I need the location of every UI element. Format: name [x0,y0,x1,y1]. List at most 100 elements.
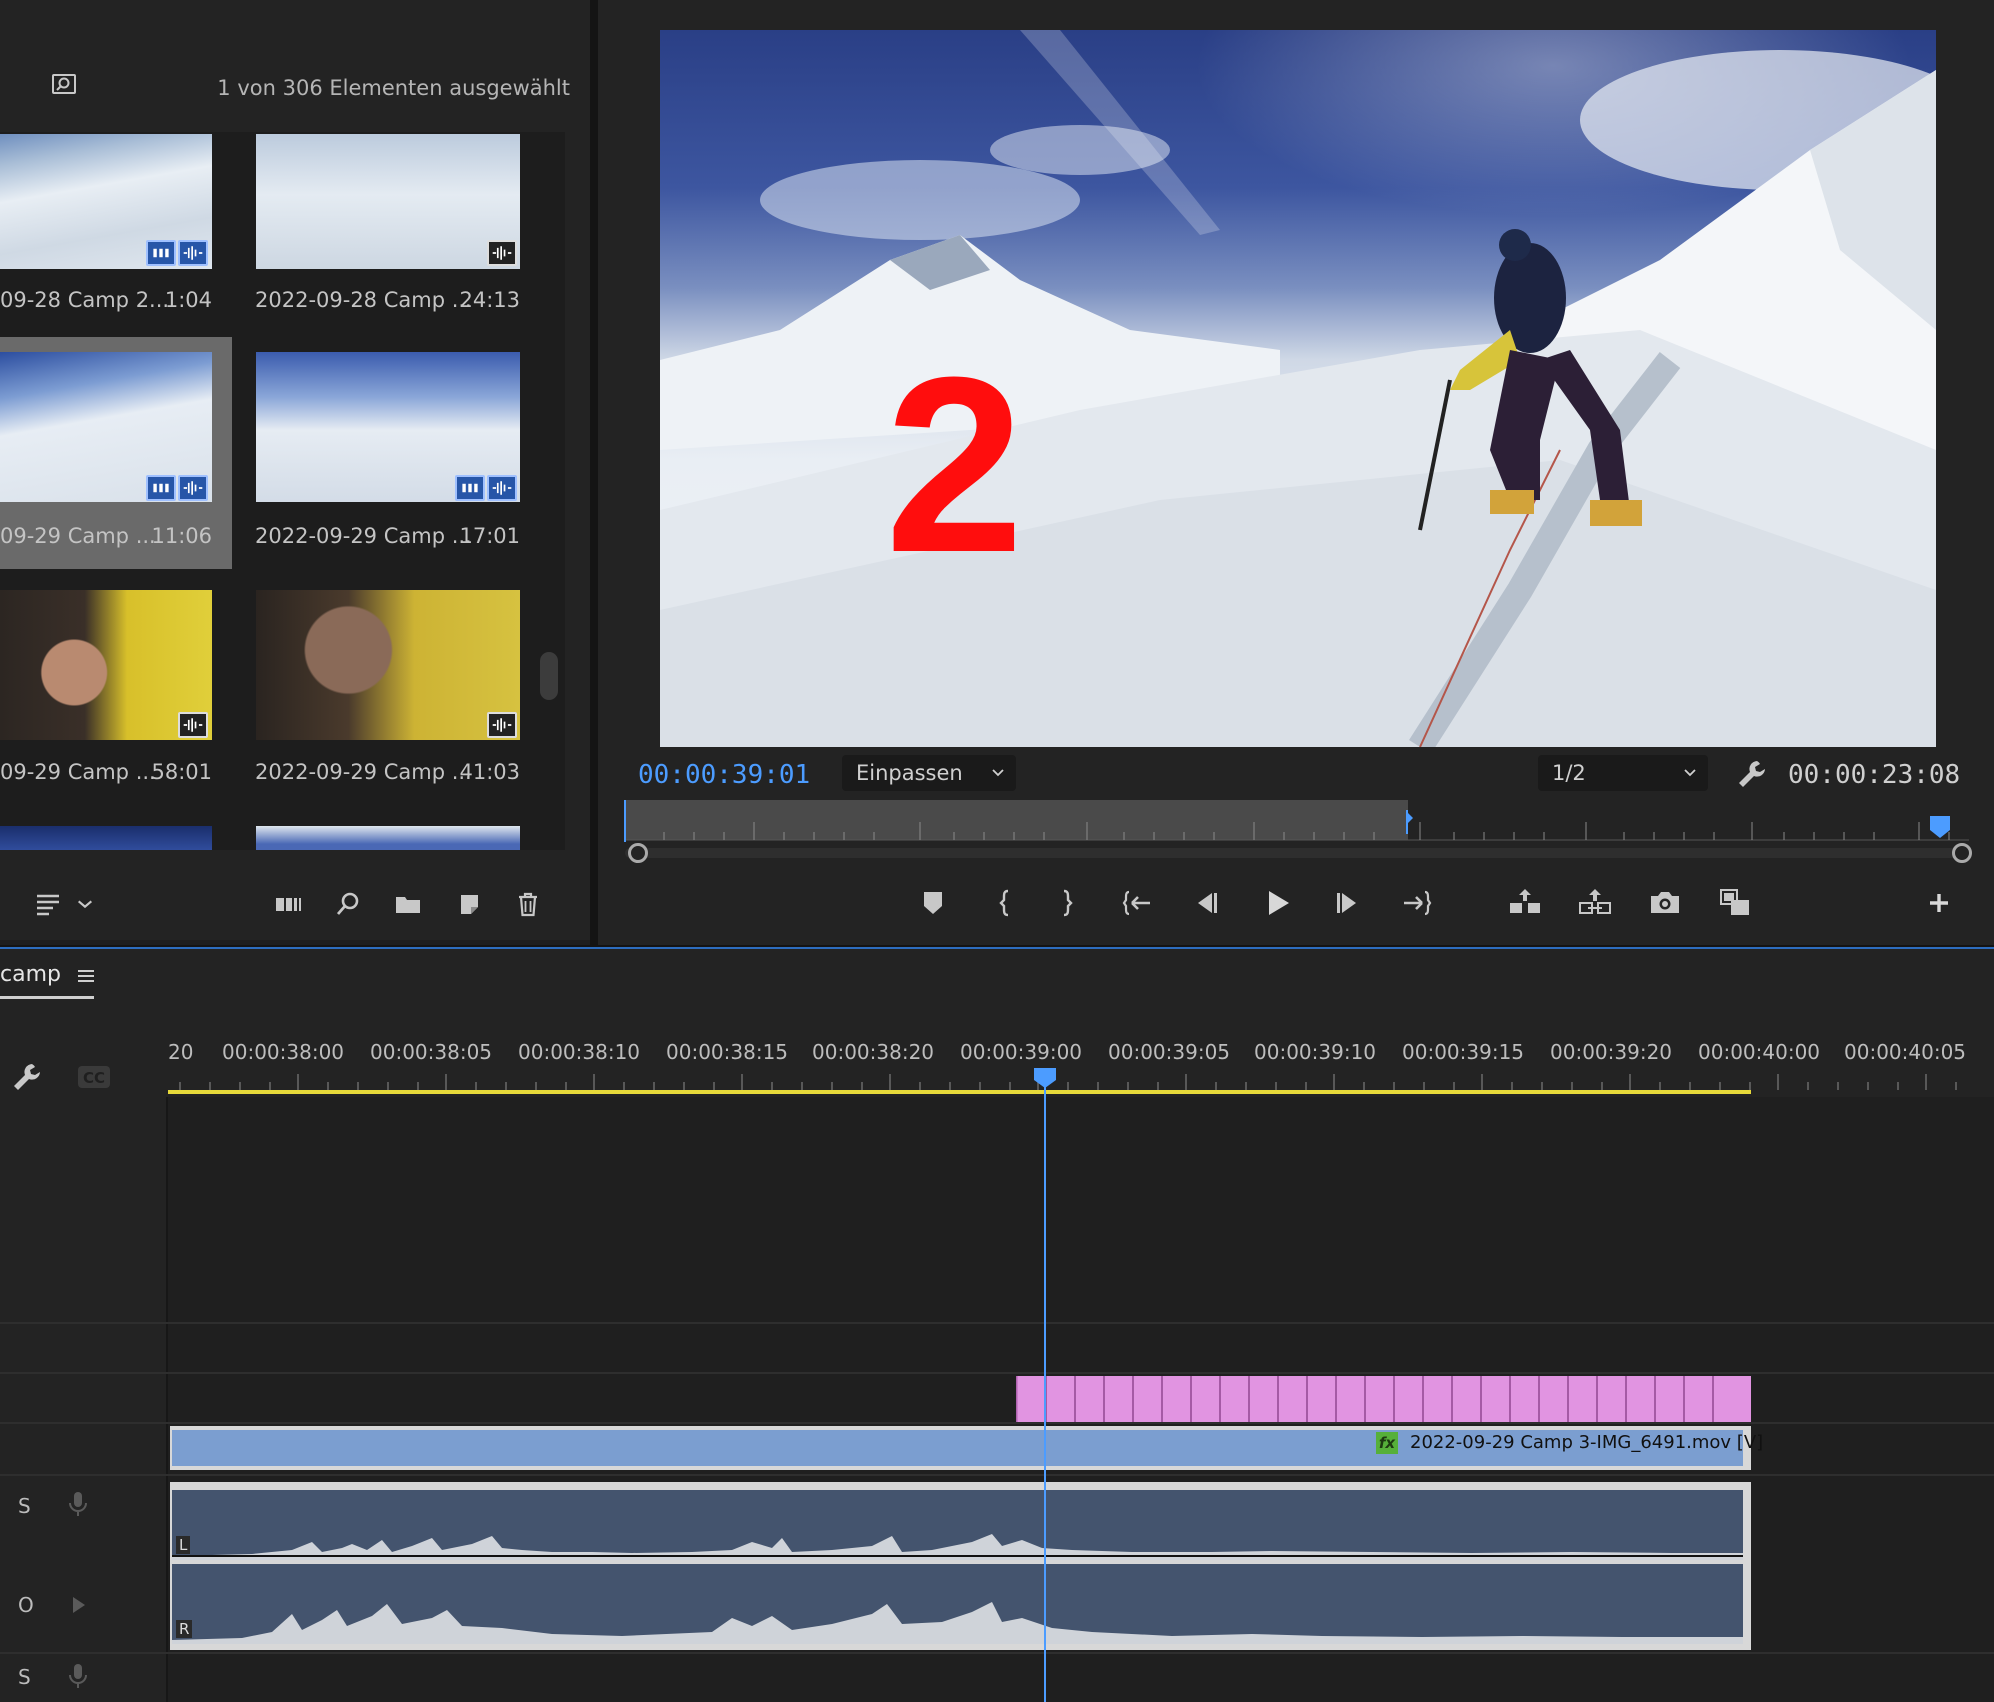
program-video-frame[interactable]: 2 [660,30,1936,747]
freeform-view-button[interactable] [268,884,308,924]
timeline-time-ruler[interactable]: 20 00:00:38:00 00:00:38:05 00:00:38:10 0… [168,1040,1994,1090]
microphone-icon[interactable] [66,1662,90,1690]
step-back-button[interactable] [1184,880,1230,926]
clip-thumbnail[interactable]: 2022-09-29 Camp ... 17:01 [255,337,520,567]
mark-in-icon [999,889,1009,917]
track-separator [0,1322,1994,1324]
extract-button[interactable] [1572,880,1618,926]
chevron-down-icon [992,769,1004,777]
button-editor-add-button[interactable] [1916,880,1962,926]
panel-divider[interactable] [590,0,598,945]
clip-thumbnail-selected[interactable]: 09-29 Camp ... 11:06 [0,337,232,569]
track-separator [0,1652,1994,1654]
ruler-ticks [179,1074,1957,1090]
lift-button[interactable] [1502,880,1548,926]
duration-timecode: 00:00:23:08 [1788,760,1961,790]
marker-icon [924,892,942,914]
find-button[interactable] [328,884,368,924]
microphone-icon[interactable] [66,1490,90,1518]
comparison-view-button[interactable] [1712,880,1758,926]
clip-duration: 11:06 [151,524,212,548]
ruler-label: 00:00:38:20 [812,1040,935,1064]
track-solo-button[interactable]: S [18,1665,31,1689]
step-forward-button[interactable] [1324,880,1370,926]
view-options-dropdown[interactable] [74,884,96,924]
camera-icon [1651,892,1679,913]
playhead-line [1044,1072,1046,1702]
audio-channel-left: L [172,1490,1743,1560]
ruler-label: 00:00:38:15 [666,1040,789,1064]
wrench-icon [14,1064,40,1090]
audio-channel-right: R [172,1564,1743,1644]
audio-badge-icon [487,240,517,266]
track-sync-lock-button[interactable]: O [18,1593,34,1617]
find-icon [52,74,76,94]
clip-name: 2022-09-29 Camp ... [255,524,472,548]
mark-in-button[interactable] [982,880,1028,926]
add-button-icon [1930,894,1948,912]
play-icon [1269,891,1289,915]
work-area-bar[interactable] [168,1090,1751,1094]
playback-resolution-dropdown[interactable]: 1/2 [1538,755,1708,791]
sequence-panel-menu-button[interactable] [74,964,98,988]
video-clip-name: 2022-09-29 Camp 3-IMG_6491.mov [V] [1410,1432,1764,1453]
audio-clip[interactable]: L R [170,1482,1751,1650]
audio-badge-icon [178,240,208,266]
clip-name: 09-28 Camp 2... [0,288,170,312]
monitor-settings-button[interactable] [1735,757,1769,791]
ruler-label: 00:00:39:10 [1254,1040,1377,1064]
new-item-icon [461,895,478,914]
audio-badge-icon [487,475,517,501]
new-bin-button[interactable] [388,884,428,924]
hamburger-menu-icon [78,970,94,982]
mark-out-button[interactable] [1044,880,1090,926]
export-frame-button[interactable] [1642,880,1688,926]
track-headers: S O S [0,1097,168,1702]
project-scrollbar-thumb[interactable] [540,652,558,700]
list-view-button[interactable] [28,884,68,924]
new-item-button[interactable] [448,884,488,924]
monitor-zoom-scrollbar[interactable] [625,848,1970,858]
captions-button[interactable]: CC [76,1064,112,1090]
freeform-view-icon [276,898,301,911]
clip-preview-image[interactable] [0,826,212,850]
clip-thumbnail[interactable]: 09-28 Camp 2... 1:04 [0,132,255,362]
clip-thumbnail[interactable]: 09-29 Camp ... 58:01 [0,588,255,818]
zoom-handle-left[interactable] [628,843,648,863]
clip-thumbnail[interactable]: 2022-09-28 Camp ... 24:13 [255,132,520,362]
current-timecode[interactable]: 00:00:39:01 [638,760,810,790]
ruler-label: 00:00:39:05 [1108,1040,1231,1064]
go-to-out-button[interactable] [1394,880,1440,926]
ruler-label: 00:00:38:10 [518,1040,641,1064]
delete-button[interactable] [508,884,548,924]
go-to-in-icon [1122,890,1150,916]
list-view-icon [37,894,59,916]
sequence-tab[interactable]: camp [0,962,61,987]
track-solo-button[interactable]: S [18,1494,31,1518]
go-to-in-button[interactable] [1114,880,1160,926]
find-in-bin-button[interactable] [48,72,88,104]
fx-badge-icon: fx [1376,1432,1398,1454]
timeline-settings-button[interactable] [10,1060,46,1096]
add-marker-button[interactable] [910,880,956,926]
selection-status: 1 von 306 Elementen ausgewählt [217,76,570,100]
zoom-handle-right[interactable] [1952,843,1972,863]
graphic-clip[interactable] [1016,1374,1751,1424]
play-button[interactable] [1254,880,1300,926]
clip-duration: 41:03 [459,760,520,784]
waveform-left [172,1534,1743,1560]
track-separator [0,1474,1994,1476]
playhead-handle[interactable] [1033,1068,1057,1088]
extract-icon [1579,889,1611,914]
zoom-fit-dropdown[interactable]: Einpassen [842,755,1016,791]
monitor-time-ruler[interactable] [624,800,1969,842]
clip-duration: 17:01 [459,524,520,548]
clip-duration: 58:01 [151,760,212,784]
play-icon[interactable] [66,1591,90,1619]
step-back-icon [1198,893,1217,913]
clip-preview-image[interactable] [256,826,520,850]
go-to-out-icon [1404,890,1432,916]
svg-text:CC: CC [83,1069,105,1087]
clip-thumbnail[interactable]: 2022-09-29 Camp ... 41:03 [255,588,520,818]
mountain-scene-image [660,30,1936,747]
